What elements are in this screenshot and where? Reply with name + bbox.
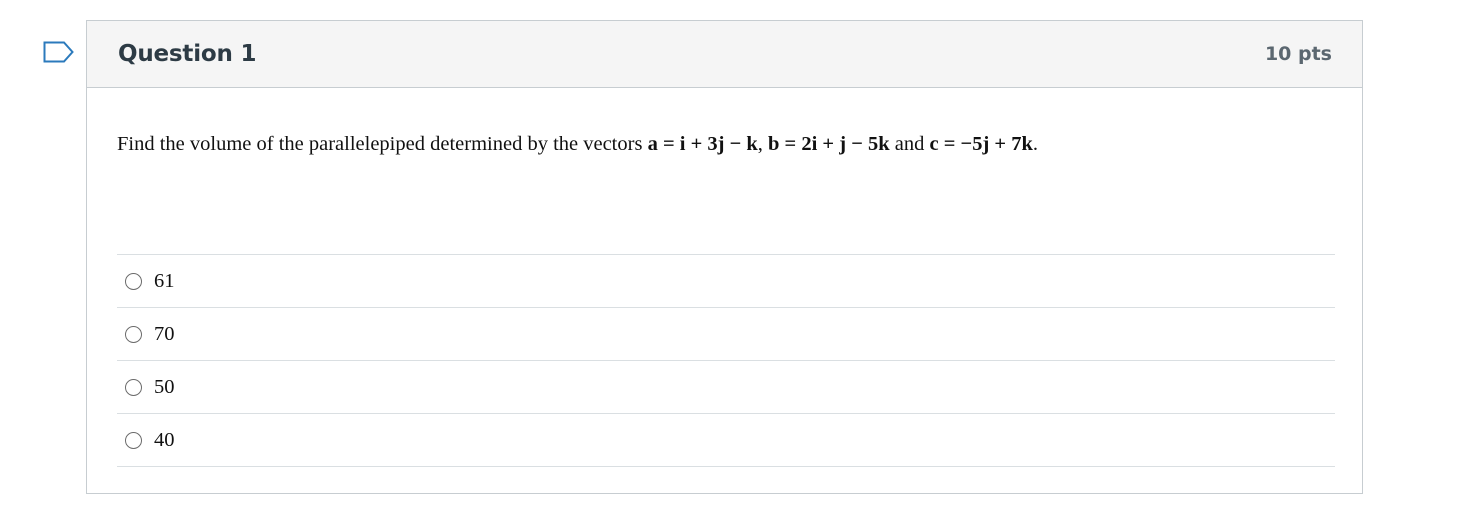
- question-text-sep: ,: [757, 133, 769, 155]
- question-card: Question 1 10 pts Find the volume of the…: [86, 20, 1363, 494]
- answer-option[interactable]: 70: [117, 308, 1335, 361]
- question-title: Question 1: [118, 41, 257, 67]
- question-header: Question 1 10 pts: [87, 21, 1362, 88]
- question-points: 10 pts: [1264, 43, 1332, 65]
- radio-button[interactable]: [125, 325, 142, 343]
- radio-button[interactable]: [125, 378, 142, 396]
- vector-c: c = −5j + 7k: [929, 133, 1033, 155]
- radio-button[interactable]: [125, 431, 142, 449]
- vector-a: a = i + 3j − k: [647, 133, 758, 155]
- answer-label: 70: [154, 322, 175, 345]
- answer-label: 50: [154, 375, 175, 398]
- answer-option[interactable]: 40: [117, 414, 1335, 467]
- radio-button[interactable]: [125, 272, 142, 290]
- question-text-and: and: [889, 133, 930, 155]
- question-text: Find the volume of the parallelepiped de…: [117, 133, 1038, 156]
- answer-option[interactable]: 50: [117, 361, 1335, 414]
- flag-question-icon[interactable]: [43, 41, 75, 63]
- answer-label: 40: [154, 428, 175, 451]
- answer-option[interactable]: 61: [117, 255, 1335, 308]
- answer-list: 61 70 50 40: [117, 254, 1335, 467]
- answer-label: 61: [154, 269, 175, 292]
- question-text-intro: Find the volume of the parallelepiped de…: [117, 133, 648, 155]
- vector-b: b = 2i + j − 5k: [768, 133, 890, 155]
- question-text-end: .: [1032, 133, 1039, 155]
